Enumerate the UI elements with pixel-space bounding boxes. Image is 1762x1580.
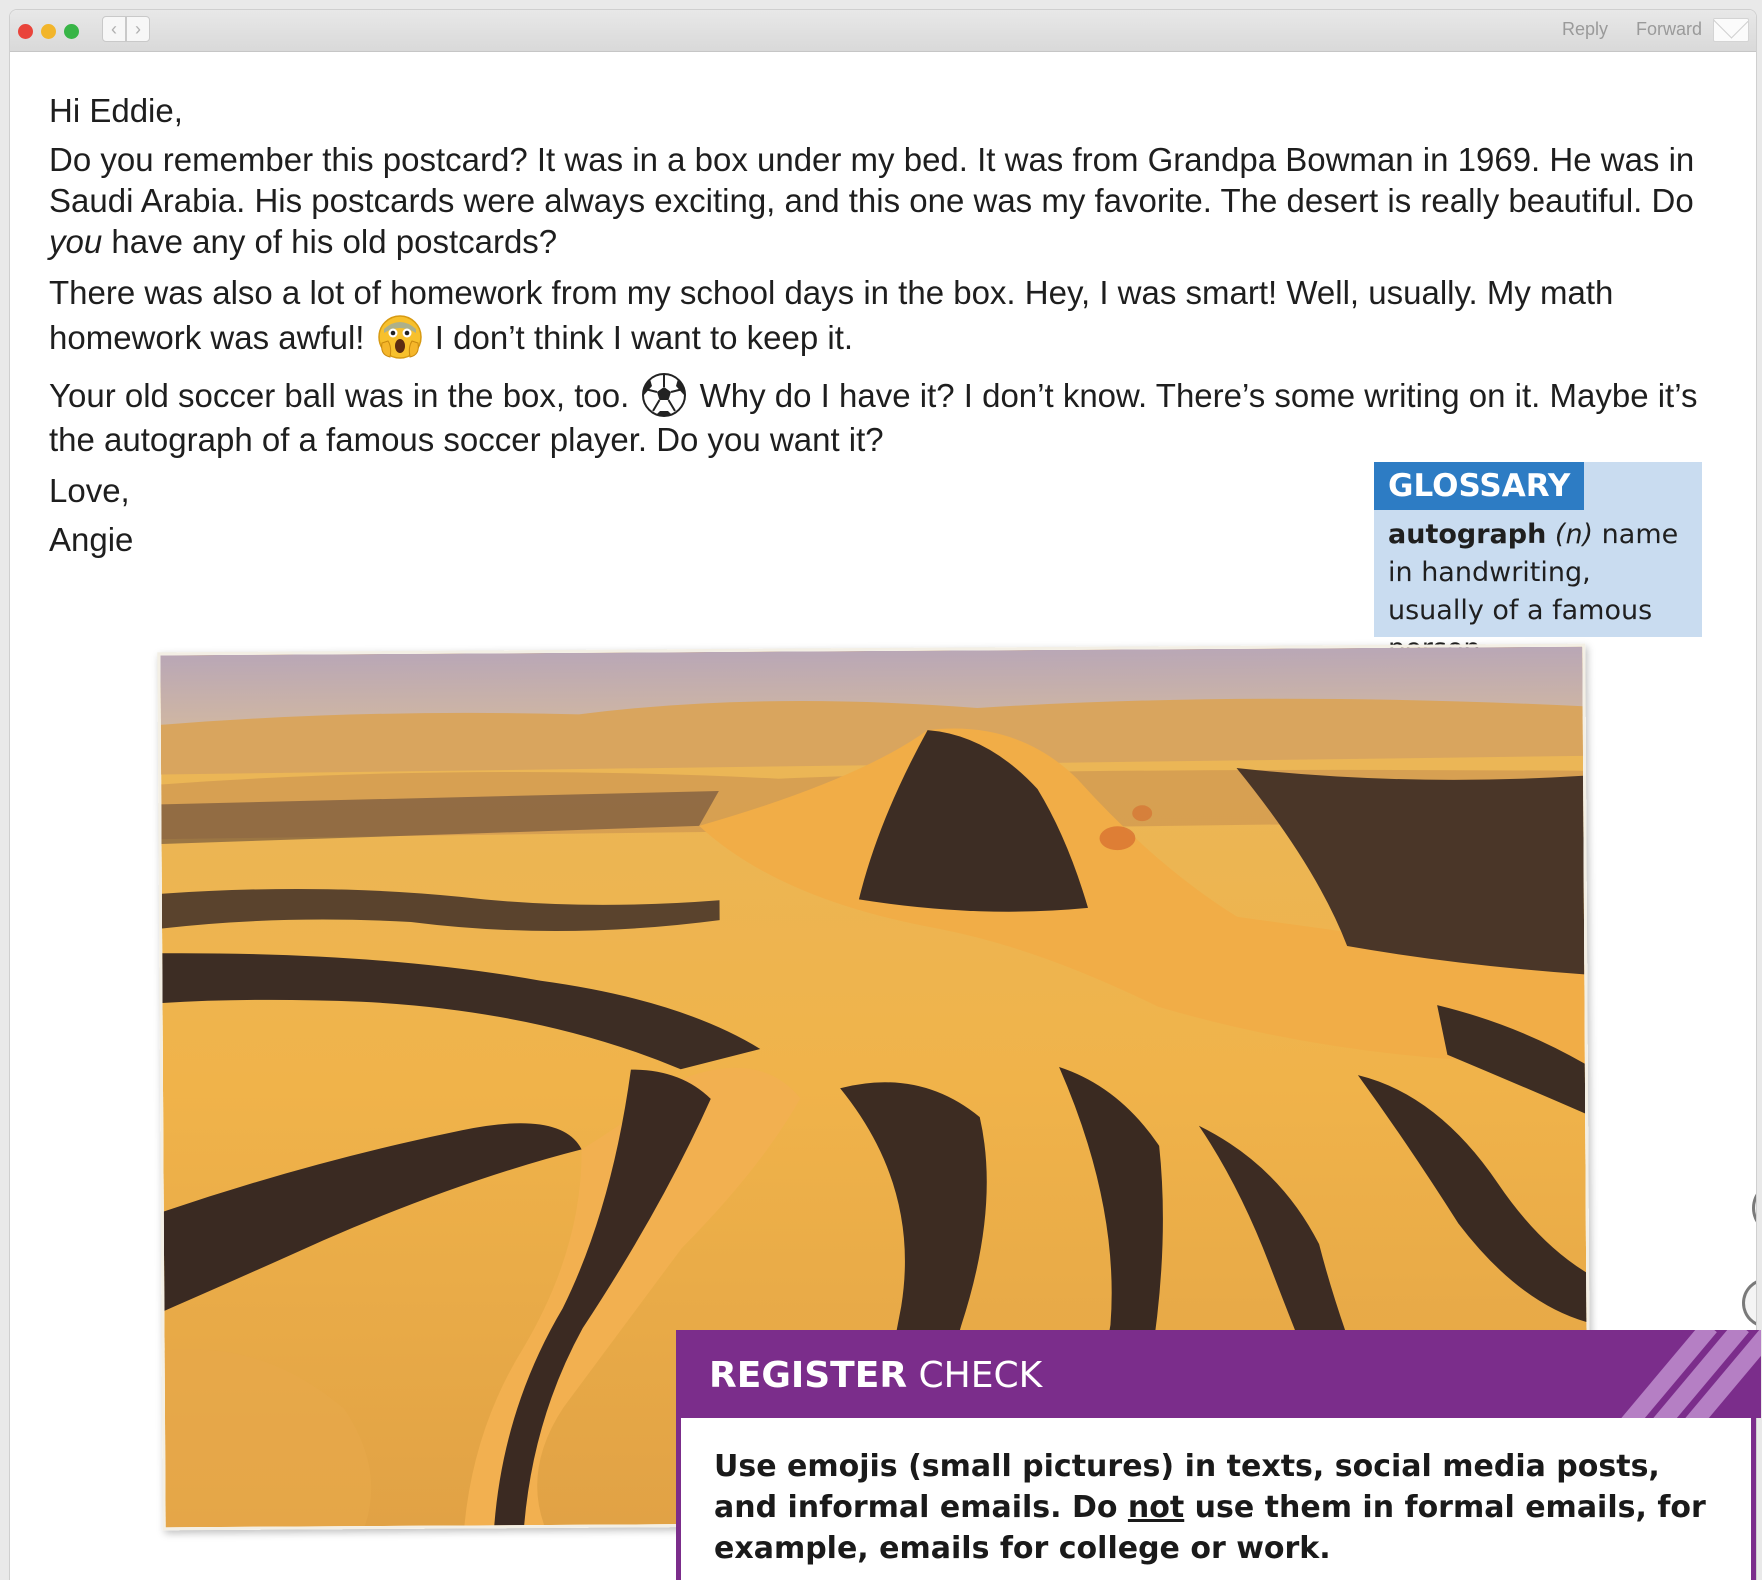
close-window-button[interactable]: [18, 24, 33, 39]
glossary-box: GLOSSARY autograph (n) name in handwriti…: [1374, 462, 1702, 664]
register-check-title-light: CHECK: [907, 1355, 1043, 1396]
page-edge-tab[interactable]: [1752, 1180, 1756, 1236]
email-paragraph-postcard: Do you remember this postcard? It was in…: [49, 139, 1729, 262]
email-paragraph-homework: There was also a lot of homework from my…: [49, 272, 1729, 361]
glossary-part-of-speech: (n): [1554, 519, 1594, 550]
paragraph-text: Do you remember this postcard? It was in…: [49, 141, 1695, 219]
emphasized-word: you: [49, 223, 103, 260]
paragraph-text: I don’t think I want to keep it.: [425, 319, 854, 356]
soccer-ball-icon: [642, 373, 687, 417]
register-check-underlined-word: not: [1127, 1490, 1185, 1525]
glossary-heading: GLOSSARY: [1374, 462, 1584, 510]
paragraph-text: Your old soccer ball was in the box, too…: [49, 377, 639, 414]
minimize-window-button[interactable]: [41, 24, 56, 39]
register-check-header: REGISTER CHECK: [676, 1330, 1761, 1418]
page-edge-tab[interactable]: [1742, 1278, 1756, 1328]
paragraph-text: have any of his old postcards?: [102, 223, 558, 260]
window-toolbar: ‹ › Reply Forward: [10, 10, 1756, 52]
shocked-face-icon: [377, 315, 422, 359]
envelope-icon[interactable]: [1713, 18, 1749, 42]
register-check-title: REGISTER CHECK: [709, 1354, 1042, 1398]
register-check-title-bold: REGISTER: [709, 1355, 908, 1396]
register-check-text: Use emojis (small pictures) in texts, so…: [714, 1446, 1729, 1569]
forward-button[interactable]: Forward: [1636, 19, 1702, 40]
zoom-window-button[interactable]: [64, 24, 79, 39]
email-paragraph-soccer: Your old soccer ball was in the box, too…: [49, 371, 1729, 460]
reply-button[interactable]: Reply: [1562, 19, 1608, 40]
glossary-term: autograph: [1388, 519, 1547, 550]
forward-arrow-icon[interactable]: ›: [126, 16, 150, 42]
register-check-box: REGISTER CHECK Use emojis (small picture…: [676, 1330, 1761, 1580]
email-greeting: Hi Eddie,: [49, 92, 183, 129]
back-arrow-icon[interactable]: ‹: [102, 16, 126, 42]
